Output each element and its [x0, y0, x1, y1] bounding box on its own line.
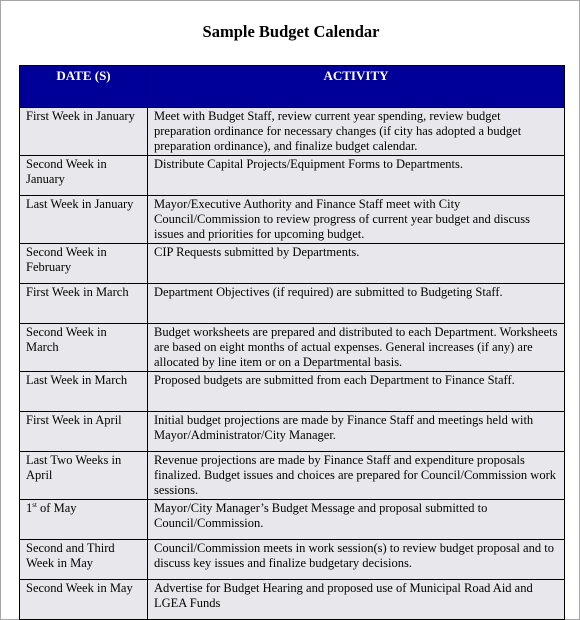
table-row: First Week in April Initial budget proje…	[19, 411, 565, 452]
activity-cell: Department Objectives (if required) are …	[147, 283, 565, 324]
activity-cell: Distribute Capital Projects/Equipment Fo…	[147, 155, 565, 196]
table-row: Second Week in March Budget worksheets a…	[19, 323, 565, 372]
date-cell: 1st of May	[19, 499, 148, 540]
activity-cell: Revenue projections are made by Finance …	[147, 451, 565, 500]
table-row: Second Week in January Distribute Capita…	[19, 155, 565, 196]
table-row: Last Two Weeks in April Revenue projecti…	[19, 451, 565, 500]
table-row: Second Week in February CIP Requests sub…	[19, 243, 565, 284]
date-cell: Second and Third Week in May	[19, 539, 148, 580]
table-row: Second Week in May Advertise for Budget …	[19, 579, 565, 620]
budget-calendar-table: DATE (S) ACTIVITY First Week in January …	[19, 65, 565, 620]
date-cell: First Week in March	[19, 283, 148, 324]
date-cell: Last Week in January	[19, 195, 148, 244]
activity-cell: Council/Commission meets in work session…	[147, 539, 565, 580]
table-row: Second and Third Week in May Council/Com…	[19, 539, 565, 580]
table-row: First Week in January Meet with Budget S…	[19, 107, 565, 156]
column-header-date: DATE (S)	[19, 65, 148, 108]
column-header-activity: ACTIVITY	[147, 65, 565, 108]
date-rest: of May	[36, 501, 77, 515]
date-cell: Last Two Weeks in April	[19, 451, 148, 500]
activity-cell: Initial budget projections are made by F…	[147, 411, 565, 452]
date-cell: Second Week in January	[19, 155, 148, 196]
table-row: Last Week in January Mayor/Executive Aut…	[19, 195, 565, 244]
activity-cell: Budget worksheets are prepared and distr…	[147, 323, 565, 372]
table-row: Last Week in March Proposed budgets are …	[19, 371, 565, 412]
activity-cell: Mayor/Executive Authority and Finance St…	[147, 195, 565, 244]
table-row: 1st of May Mayor/City Manager’s Budget M…	[19, 499, 565, 540]
date-cell: Second Week in February	[19, 243, 148, 284]
date-cell: Second Week in May	[19, 579, 148, 620]
document-page: Sample Budget Calendar DATE (S) ACTIVITY…	[0, 0, 580, 620]
date-cell: First Week in April	[19, 411, 148, 452]
activity-cell: CIP Requests submitted by Departments.	[147, 243, 565, 284]
activity-cell: Mayor/City Manager’s Budget Message and …	[147, 499, 565, 540]
date-cell: First Week in January	[19, 107, 148, 156]
page-title: Sample Budget Calendar	[202, 22, 380, 41]
table-header-row: DATE (S) ACTIVITY	[19, 65, 565, 108]
date-cell: Last Week in March	[19, 371, 148, 412]
date-cell: Second Week in March	[19, 323, 148, 372]
table-row: First Week in March Department Objective…	[19, 283, 565, 324]
activity-cell: Meet with Budget Staff, review current y…	[147, 107, 565, 156]
activity-cell: Advertise for Budget Hearing and propose…	[147, 579, 565, 620]
activity-cell: Proposed budgets are submitted from each…	[147, 371, 565, 412]
